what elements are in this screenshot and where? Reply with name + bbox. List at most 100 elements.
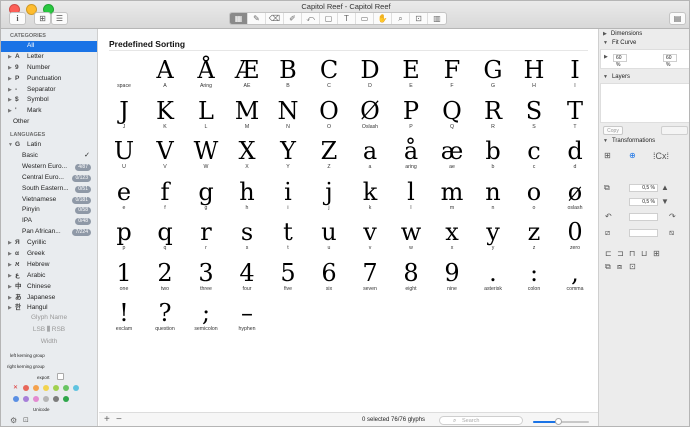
glyph-cell[interactable]: cc xyxy=(515,137,553,177)
tool-button[interactable]: ▢ xyxy=(320,13,338,24)
transformations-section[interactable]: ▼ Transformations xyxy=(603,138,655,144)
tool-button[interactable]: ⤺ xyxy=(302,13,320,24)
color-swatch[interactable] xyxy=(63,385,69,391)
disclosure-closed-icon[interactable]: ▶ xyxy=(8,260,12,271)
glyph-cell[interactable]: Ø Oslash xyxy=(351,97,389,137)
glyph-cell[interactable]: space xyxy=(105,56,143,96)
glyph-cell[interactable]: 9 nine xyxy=(433,259,471,299)
sidebar-item-subcategory[interactable]: Central Euro... 0/123 xyxy=(1,173,97,184)
disclosure-closed-icon[interactable]: ▶ xyxy=(8,293,12,304)
disclosure-closed-icon[interactable]: ▶ xyxy=(8,74,12,85)
align-icon[interactable]: ⊡ xyxy=(629,262,636,272)
disclosure-closed-icon[interactable]: ▶ xyxy=(8,85,12,96)
tool-button[interactable]: ▥ xyxy=(428,13,446,24)
glyph-cell[interactable]: ff xyxy=(146,178,184,218)
disclosure-closed-icon[interactable]: ▶ xyxy=(8,282,12,293)
glyph-cell[interactable]: kk xyxy=(351,178,389,218)
glyph-cell[interactable]: ll xyxy=(392,178,430,218)
color-swatch[interactable] xyxy=(73,385,79,391)
tool-button[interactable]: ▭ xyxy=(356,13,374,24)
scale-down-icon[interactable]: ▼ xyxy=(661,197,669,207)
glyph-cell[interactable]: rr xyxy=(187,218,225,258)
color-swatch[interactable] xyxy=(23,396,29,402)
glyph-cell[interactable]: ø oslash xyxy=(556,178,594,218)
align-icon[interactable]: ⊐ xyxy=(617,249,624,259)
zoom-slider-knob[interactable] xyxy=(555,418,563,425)
color-swatch[interactable] xyxy=(53,396,59,402)
add-glyph-button[interactable]: + xyxy=(104,414,110,425)
glyph-cell[interactable]: DD xyxy=(351,56,389,96)
sidebar-item-language[interactable]: ▶ Я Cyrillic xyxy=(1,238,97,249)
sidebar-item-category[interactable]: Other xyxy=(1,117,97,128)
glyph-cell[interactable]: ? question xyxy=(146,299,184,339)
glyph-cell[interactable]: Å Aring xyxy=(187,56,225,96)
glyph-cell[interactable]: zz xyxy=(515,218,553,258)
glyph-cell[interactable]: qq xyxy=(146,218,184,258)
disclosure-closed-icon[interactable]: ▶ xyxy=(8,249,12,260)
color-swatch[interactable] xyxy=(23,385,29,391)
glyph-cell[interactable]: 7 seven xyxy=(351,259,389,299)
glyph-cell[interactable]: 6 six xyxy=(310,259,348,299)
sidebar-item-category[interactable]: ▶ P Punctuation xyxy=(1,74,97,85)
glyph-cell[interactable]: AA xyxy=(146,56,184,96)
scale-up-icon[interactable]: ▲ xyxy=(661,183,669,193)
glyph-cell[interactable]: 1 one xyxy=(105,259,143,299)
glyph-cell[interactable]: UU xyxy=(105,137,143,177)
skew-field[interactable] xyxy=(629,229,658,237)
glyph-cell[interactable]: 5 five xyxy=(269,259,307,299)
align-icon[interactable]: ⊏ xyxy=(605,249,612,259)
glyph-cell[interactable]: , comma xyxy=(556,259,594,299)
glyph-cell[interactable]: BB xyxy=(269,56,307,96)
transform-origin-icon[interactable]: ⊕ xyxy=(629,151,636,161)
glyph-cell[interactable]: vv xyxy=(351,218,389,258)
sidebar-item-subcategory[interactable]: Pinyin 0/58 xyxy=(1,205,97,216)
sidebar-item-category[interactable]: All xyxy=(1,41,97,52)
disclosure-closed-icon[interactable]: ▶ xyxy=(8,271,12,282)
rotate-cw-icon[interactable]: ↷ xyxy=(669,212,676,222)
glyph-cell[interactable]: MM xyxy=(228,97,266,137)
skew-left-icon[interactable]: ⧄ xyxy=(605,228,610,238)
glyph-cell[interactable]: ! exclam xyxy=(105,299,143,339)
sidebar-item-category[interactable]: ▶ - Separator xyxy=(1,85,97,96)
glyph-cell[interactable]: pp xyxy=(105,218,143,258)
glyph-cell[interactable]: mm xyxy=(433,178,471,218)
disclosure-closed-icon[interactable]: ▶ xyxy=(8,63,12,74)
copy-layer-button[interactable]: Copy xyxy=(603,126,623,135)
tool-button[interactable]: ✎ xyxy=(248,13,266,24)
glyph-cell[interactable]: HH xyxy=(515,56,553,96)
glyph-cell[interactable]: YY xyxy=(269,137,307,177)
color-swatch[interactable] xyxy=(43,396,49,402)
layer-select[interactable] xyxy=(661,126,688,135)
remove-glyph-button[interactable]: − xyxy=(116,414,122,425)
glyph-cell[interactable]: EE xyxy=(392,56,430,96)
collapse-panel-icon[interactable]: ⊡ xyxy=(23,416,29,424)
sidebar-item-subcategory[interactable]: Vietnamese 0/181 xyxy=(1,195,97,206)
glyph-cell[interactable]: Æ AE xyxy=(228,56,266,96)
align-icon[interactable]: ⧈ xyxy=(617,262,622,272)
fit-curve-min-field[interactable]: 60 % xyxy=(613,54,627,68)
color-swatch[interactable] xyxy=(33,385,39,391)
glyph-cell[interactable]: VV xyxy=(146,137,184,177)
glyph-cell[interactable]: NN xyxy=(269,97,307,137)
scale-y-field[interactable]: 0,5 % xyxy=(629,198,658,206)
glyph-cell[interactable]: SS xyxy=(515,97,553,137)
glyph-cell[interactable]: 2 two xyxy=(146,259,184,299)
search-input[interactable]: ⌕ Search xyxy=(439,416,523,425)
glyph-cell[interactable]: II xyxy=(556,56,594,96)
align-icon[interactable]: ⊞ xyxy=(653,249,660,259)
skew-right-icon[interactable]: ⧅ xyxy=(669,228,674,238)
glyph-cell[interactable]: hh xyxy=(228,178,266,218)
glyph-cell[interactable]: KK xyxy=(146,97,184,137)
lsb-field[interactable]: LSB xyxy=(33,326,45,333)
glyph-cell[interactable]: jj xyxy=(310,178,348,218)
sidebar-toggle-button[interactable]: ▤ xyxy=(669,12,686,25)
grid-view-button[interactable]: ⊞ xyxy=(34,12,51,25)
tool-button[interactable]: ⌕ xyxy=(392,13,410,24)
scale-x-field[interactable]: 0,5 % xyxy=(629,184,658,192)
sidebar-item-subcategory[interactable]: Pan African... 7/224 xyxy=(1,227,97,238)
glyph-cell[interactable]: PP xyxy=(392,97,430,137)
glyph-cell[interactable]: RR xyxy=(474,97,512,137)
sidebar-item-language[interactable]: ▶ α Greek xyxy=(1,249,97,260)
tool-button[interactable]: ✐ xyxy=(284,13,302,24)
scale-proportional-icon[interactable]: ⧉ xyxy=(604,183,610,193)
